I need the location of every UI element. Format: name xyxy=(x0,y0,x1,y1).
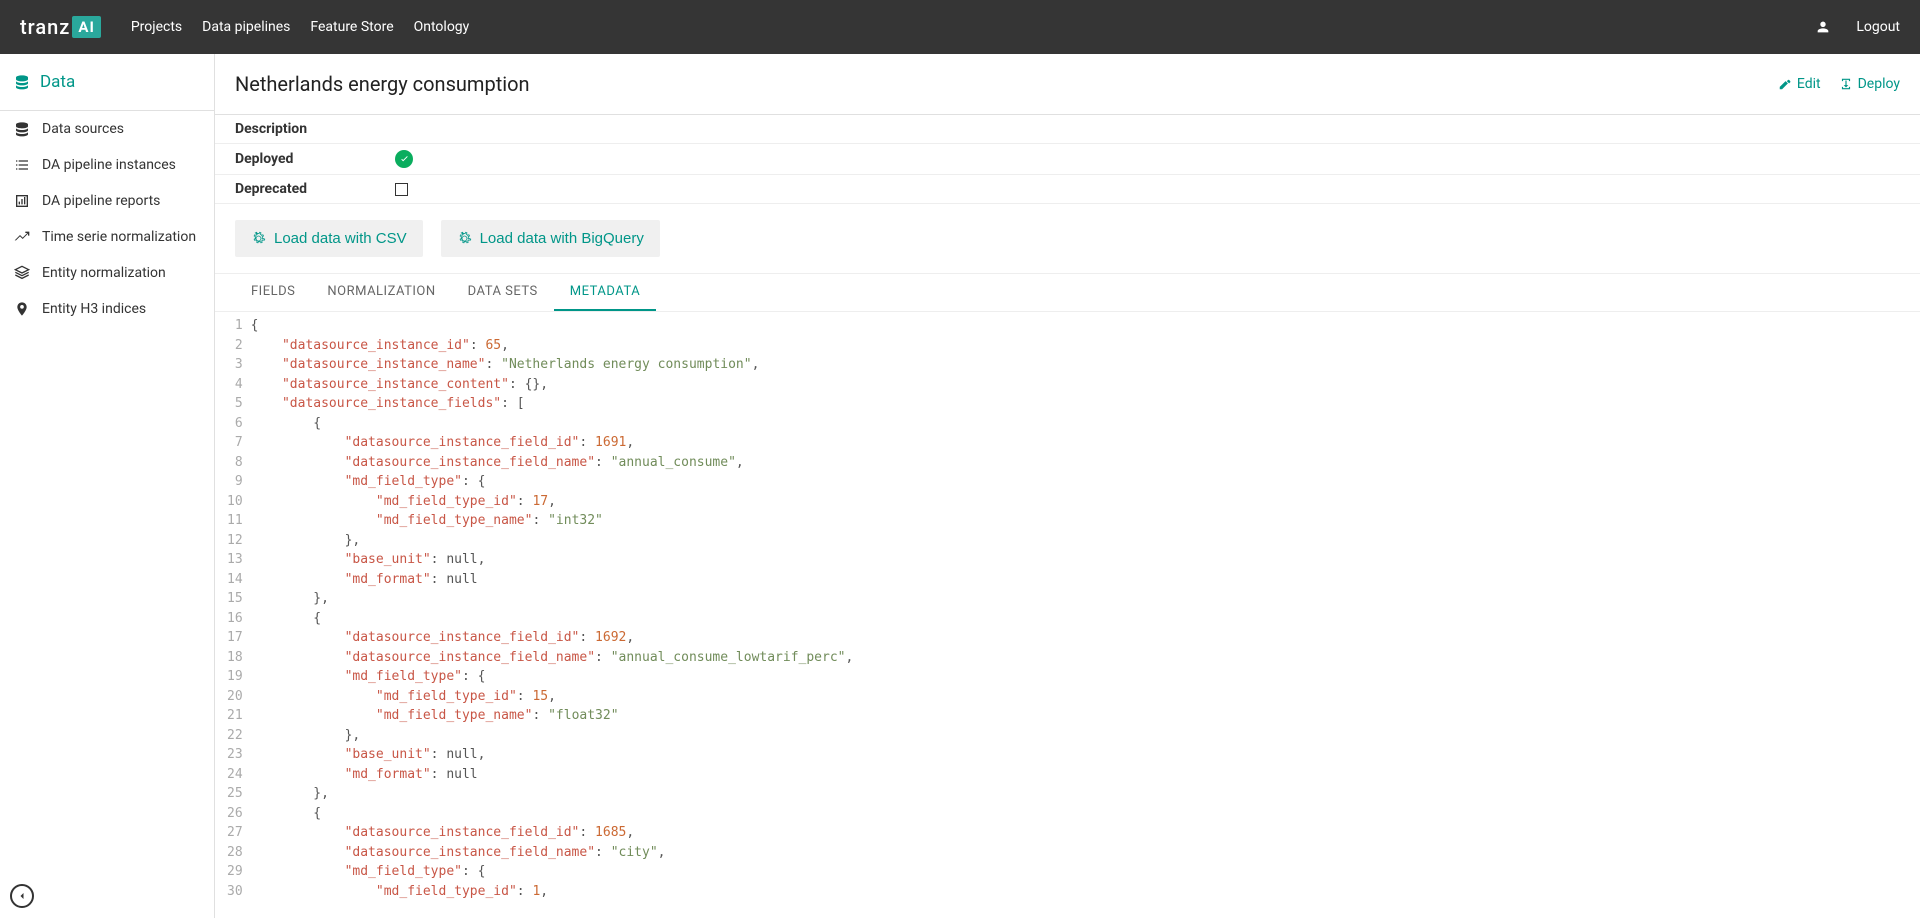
deprecated-label: Deprecated xyxy=(235,181,395,197)
settings-suggest-icon xyxy=(251,231,266,246)
sidebar-item-label: DA pipeline instances xyxy=(42,157,176,173)
deployed-check-icon xyxy=(395,150,413,168)
timeline-icon xyxy=(14,229,30,245)
nav-ontology[interactable]: Ontology xyxy=(414,19,470,35)
top-nav: Projects Data pipelines Feature Store On… xyxy=(131,19,469,35)
database-icon xyxy=(14,74,30,90)
sidebar-header-label: Data xyxy=(40,72,75,92)
edit-button[interactable]: Edit xyxy=(1778,76,1821,92)
deploy-icon xyxy=(1839,77,1853,91)
brand-logo[interactable]: tranzAI xyxy=(20,15,101,39)
page-header: Netherlands energy consumption Edit Depl… xyxy=(215,54,1920,115)
page-actions: Edit Deploy xyxy=(1778,76,1900,92)
description-label: Description xyxy=(235,121,395,137)
sidebar-item-pipeline-instances[interactable]: DA pipeline instances xyxy=(0,147,214,183)
info-deployed-row: Deployed xyxy=(215,144,1920,175)
tab-fields[interactable]: FIELDS xyxy=(235,274,311,311)
chevron-left-icon xyxy=(16,890,28,902)
sidebar-collapse-button[interactable] xyxy=(10,884,34,908)
sidebar-item-pipeline-reports[interactable]: DA pipeline reports xyxy=(0,183,214,219)
sidebar-item-time-serie[interactable]: Time serie normalization xyxy=(0,219,214,255)
load-buttons-row: Load data with CSV Load data with BigQue… xyxy=(215,204,1920,274)
edit-icon xyxy=(1778,77,1792,91)
deprecated-unchecked-icon xyxy=(395,183,408,196)
sidebar-item-label: DA pipeline reports xyxy=(42,193,160,209)
chart-icon xyxy=(14,193,30,209)
metadata-code-view[interactable]: 1234567891011121314151617181920212223242… xyxy=(215,312,1920,905)
sidebar-header[interactable]: Data xyxy=(0,54,214,111)
load-csv-button[interactable]: Load data with CSV xyxy=(235,220,423,257)
edit-label: Edit xyxy=(1797,76,1821,92)
brand-box: AI xyxy=(72,16,100,38)
logout-link[interactable]: Logout xyxy=(1856,19,1900,35)
deploy-label: Deploy xyxy=(1858,76,1900,92)
tab-metadata[interactable]: METADATA xyxy=(554,274,656,311)
nav-feature-store[interactable]: Feature Store xyxy=(310,19,393,35)
brand-text: tranz xyxy=(20,15,70,39)
code-gutter: 1234567891011121314151617181920212223242… xyxy=(215,312,251,905)
layers-icon xyxy=(14,265,30,281)
location-icon xyxy=(14,301,30,317)
nav-projects[interactable]: Projects xyxy=(131,19,182,35)
nav-data-pipelines[interactable]: Data pipelines xyxy=(202,19,290,35)
page-title: Netherlands energy consumption xyxy=(235,72,530,96)
info-deprecated-row: Deprecated xyxy=(215,175,1920,204)
sidebar-item-label: Time serie normalization xyxy=(42,229,196,245)
sidebar: Data Data sources DA pipeline instances … xyxy=(0,54,215,918)
settings-suggest-icon xyxy=(457,231,472,246)
header-right: Logout xyxy=(1815,19,1900,35)
user-icon[interactable] xyxy=(1815,19,1831,35)
list-icon xyxy=(14,157,30,173)
load-bigquery-button[interactable]: Load data with BigQuery xyxy=(441,220,660,257)
main-content: Netherlands energy consumption Edit Depl… xyxy=(215,54,1920,918)
info-description-row: Description xyxy=(215,115,1920,144)
sidebar-item-label: Entity H3 indices xyxy=(42,301,146,317)
sidebar-item-data-sources[interactable]: Data sources xyxy=(0,111,214,147)
sidebar-item-label: Data sources xyxy=(42,121,124,137)
tab-data-sets[interactable]: DATA SETS xyxy=(452,274,554,311)
database-icon xyxy=(14,121,30,137)
sidebar-item-label: Entity normalization xyxy=(42,265,166,281)
load-csv-label: Load data with CSV xyxy=(274,230,407,247)
load-bq-label: Load data with BigQuery xyxy=(480,230,644,247)
sidebar-item-entity-norm[interactable]: Entity normalization xyxy=(0,255,214,291)
tab-normalization[interactable]: NORMALIZATION xyxy=(311,274,451,311)
code-body: { "datasource_instance_id": 65, "datasou… xyxy=(251,312,854,905)
deployed-label: Deployed xyxy=(235,151,395,167)
tabs: FIELDS NORMALIZATION DATA SETS METADATA xyxy=(215,274,1920,312)
deploy-button[interactable]: Deploy xyxy=(1839,76,1900,92)
top-header: tranzAI Projects Data pipelines Feature … xyxy=(0,0,1920,54)
sidebar-item-entity-h3[interactable]: Entity H3 indices xyxy=(0,291,214,327)
